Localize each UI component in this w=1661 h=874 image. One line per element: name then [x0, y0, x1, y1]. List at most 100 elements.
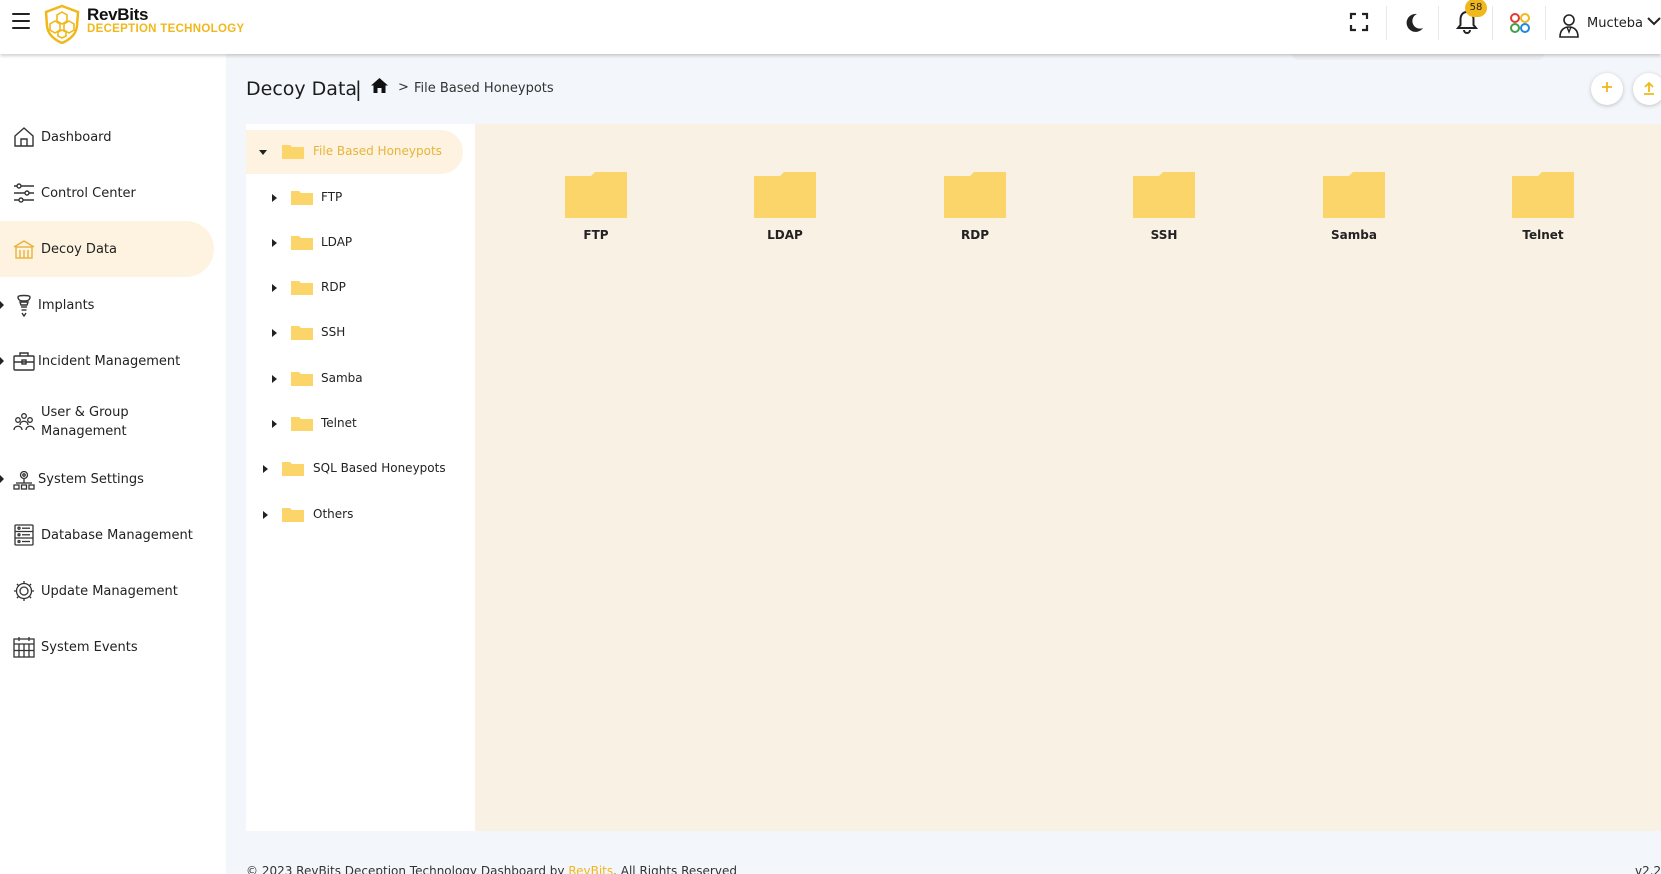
folder-icon [282, 508, 304, 522]
expand-caret-icon[interactable] [272, 375, 277, 383]
folder-grid-panel: FTP LDAP RDP SSH Samba Telnet [475, 124, 1661, 831]
folder-icon [1323, 172, 1385, 218]
footer-brand-link[interactable]: RevBits [568, 864, 613, 874]
brand-name: RevBits [87, 5, 149, 24]
breadcrumb-home-icon[interactable] [370, 77, 389, 94]
sidebar-item-label: Incident Management [38, 353, 181, 369]
upload-button[interactable] [1633, 73, 1661, 105]
top-header: RevBits DECEPTION TECHNOLOGY 58 Mucteba [0, 0, 1661, 54]
grid-folder-rdp[interactable]: RDP [925, 172, 1025, 242]
folder-icon [291, 236, 313, 250]
sidebar-item-control-center[interactable]: Control Center [0, 165, 214, 221]
upload-icon [1644, 81, 1654, 95]
tree-item-others[interactable]: Others [246, 493, 463, 537]
tree-item-label: LDAP [321, 235, 353, 249]
apps-grid-icon[interactable] [1509, 12, 1531, 34]
sidebar-item-system-events[interactable]: System Events [0, 619, 214, 675]
sidebar-item-label: Dashboard [41, 129, 112, 145]
calendar-icon [13, 637, 35, 658]
fullscreen-icon[interactable] [1349, 12, 1369, 32]
collapse-caret-icon[interactable] [259, 150, 267, 155]
grid-folder-telnet[interactable]: Telnet [1493, 172, 1593, 242]
expand-caret-icon [0, 357, 4, 365]
app-version: v2.2 [1635, 864, 1661, 874]
tree-item-label: Telnet [321, 416, 357, 430]
tree-item-ssh[interactable]: SSH [246, 311, 463, 355]
sidebar-item-decoy-data[interactable]: Decoy Data [0, 221, 214, 277]
sidebar-item-incident-management[interactable]: Incident Management [0, 333, 214, 389]
footer-text-suffix: . All Rights Reserved [613, 864, 737, 874]
user-name[interactable]: Mucteba [1587, 16, 1643, 31]
toolbox-icon [13, 352, 35, 371]
add-button[interactable] [1591, 73, 1623, 105]
folder-icon [291, 191, 313, 205]
breadcrumb-chevron: > [398, 80, 409, 95]
grid-folder-ssh[interactable]: SSH [1114, 172, 1214, 242]
tree-item-label: SSH [321, 325, 346, 339]
tree-item-ldap[interactable]: LDAP [246, 221, 463, 265]
expand-caret-icon[interactable] [272, 329, 277, 337]
sidebar-item-label: Implants [38, 297, 95, 313]
sidebar-item-label: System Settings [38, 471, 144, 487]
expand-caret-icon[interactable] [263, 465, 268, 473]
breadcrumb-separator: | [355, 77, 362, 101]
folder-icon [291, 417, 313, 431]
sidebar-item-label: Database Management [41, 527, 193, 543]
tree-item-file-based-honeypots[interactable]: File Based Honeypots [246, 130, 463, 174]
page-title: Decoy Data [246, 78, 358, 100]
sidebar: Dashboard Control Center Decoy Data Impl… [0, 54, 226, 874]
folder-icon [565, 172, 627, 218]
footer-copyright: © 2023 RevBits Deception Technology Dash… [246, 864, 737, 874]
users-icon [13, 413, 35, 431]
header-divider [1545, 6, 1546, 40]
tree-item-label: RDP [321, 280, 346, 294]
sidebar-item-label: System Events [41, 639, 138, 655]
grid-folder-label: LDAP [767, 228, 803, 242]
sidebar-item-system-settings[interactable]: System Settings [0, 451, 214, 507]
sidebar-item-user-group-management[interactable]: User & Group Management [0, 389, 214, 455]
cog-icon [14, 581, 34, 601]
folder-icon [291, 326, 313, 340]
folder-icon [754, 172, 816, 218]
hamburger-menu-icon[interactable] [12, 13, 30, 29]
plus-icon [1602, 82, 1612, 92]
tree-item-sql-based-honeypots[interactable]: SQL Based Honeypots [246, 447, 463, 491]
tree-item-telnet[interactable]: Telnet [246, 402, 463, 446]
grid-folder-ftp[interactable]: FTP [546, 172, 646, 242]
grid-folder-label: SSH [1150, 228, 1178, 242]
grid-folder-label: Telnet [1522, 228, 1564, 242]
tree-item-rdp[interactable]: RDP [246, 266, 463, 310]
expand-caret-icon[interactable] [272, 194, 277, 202]
tree-item-samba[interactable]: Samba [246, 357, 463, 401]
chevron-down-icon[interactable] [1647, 17, 1661, 27]
tree-item-label: Samba [321, 371, 363, 385]
grid-folder-samba[interactable]: Samba [1304, 172, 1404, 242]
sidebar-item-label: Decoy Data [41, 241, 117, 257]
folder-tree-panel: File Based Honeypots FTP LDAP RDP SSH Sa… [246, 124, 475, 831]
expand-caret-icon[interactable] [272, 420, 277, 428]
expand-caret-icon[interactable] [272, 239, 277, 247]
header-divider [1438, 6, 1439, 40]
expand-caret-icon[interactable] [272, 284, 277, 292]
breadcrumb-current: File Based Honeypots [414, 81, 554, 96]
user-avatar-icon[interactable] [1558, 12, 1580, 38]
home-icon [14, 127, 34, 147]
tree-item-ftp[interactable]: FTP [246, 176, 463, 220]
header-divider [1386, 6, 1387, 40]
sidebar-item-update-management[interactable]: Update Management [0, 563, 214, 619]
folder-icon [944, 172, 1006, 218]
dark-mode-moon-icon[interactable] [1403, 12, 1425, 34]
header-divider [1492, 6, 1493, 40]
revbits-logo-icon [44, 4, 80, 44]
notification-count-badge: 58 [1465, 0, 1487, 17]
grid-folder-ldap[interactable]: LDAP [735, 172, 835, 242]
implant-icon [17, 294, 31, 317]
sidebar-item-implants[interactable]: Implants [0, 277, 214, 333]
sidebar-item-database-management[interactable]: Database Management [0, 507, 214, 563]
tree-item-label: File Based Honeypots [313, 144, 442, 158]
sidebar-item-dashboard[interactable]: Dashboard [0, 109, 214, 165]
folder-icon [291, 372, 313, 386]
decoy-data-icon [13, 240, 35, 259]
folder-icon [282, 462, 304, 476]
expand-caret-icon[interactable] [263, 511, 268, 519]
